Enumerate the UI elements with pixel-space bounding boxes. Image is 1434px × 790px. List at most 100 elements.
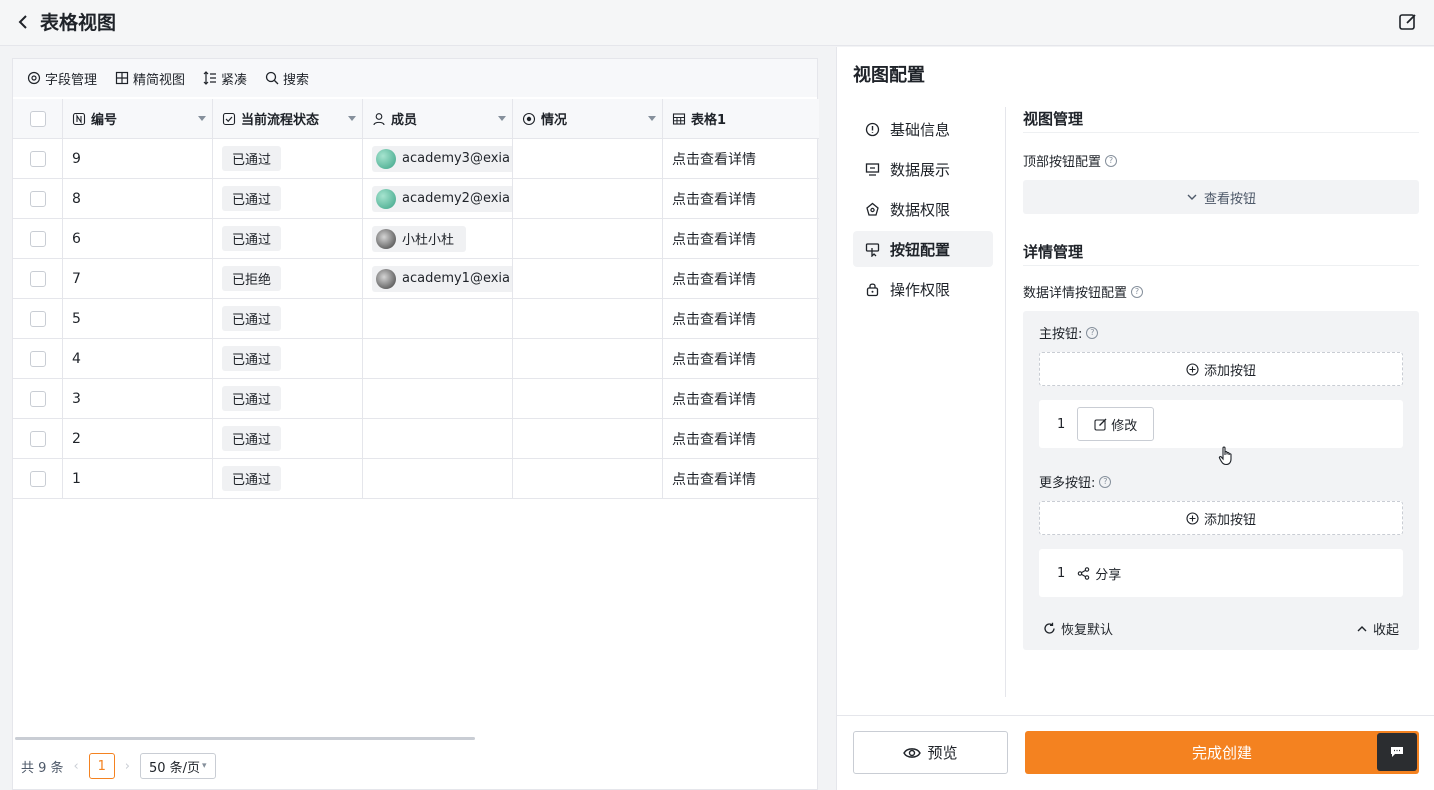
finish-create-button[interactable]: 完成创建 — [1025, 731, 1419, 774]
table-row[interactable]: 5 已通过 点击查看详情 — [13, 299, 819, 339]
column-menu-icon[interactable] — [198, 116, 206, 121]
column-header-situation[interactable]: 情况 — [513, 99, 663, 138]
info-icon — [865, 122, 880, 136]
next-page-icon[interactable]: › — [125, 759, 130, 774]
plus-circle-icon — [1186, 362, 1199, 376]
detail-link[interactable]: 点击查看详情 — [663, 299, 819, 338]
column-menu-icon[interactable] — [348, 116, 356, 121]
share-button[interactable]: 分享 — [1077, 564, 1121, 583]
detail-link[interactable]: 点击查看详情 — [663, 459, 819, 498]
chat-button[interactable] — [1377, 733, 1417, 771]
main-button-label: 主按钮: ? — [1039, 323, 1403, 342]
detail-link[interactable]: 点击查看详情 — [663, 379, 819, 418]
situation-cell — [513, 419, 663, 458]
column-header-id[interactable]: 编号 — [63, 99, 213, 138]
column-header-label: 成员 — [391, 113, 418, 128]
row-checkbox-cell — [13, 179, 63, 218]
situation-cell — [513, 259, 663, 298]
status-cell: 已通过 — [213, 459, 363, 498]
edit-button[interactable] — [1398, 12, 1418, 32]
id-cell: 2 — [63, 419, 213, 458]
column-header-table1[interactable]: 表格1 — [663, 99, 819, 138]
menu-label: 数据展示 — [890, 160, 951, 179]
status-cell: 已通过 — [213, 379, 363, 418]
modify-button[interactable]: 修改 — [1077, 407, 1155, 441]
add-main-button[interactable]: 添加按钮 — [1039, 352, 1403, 386]
table-row[interactable]: 9 已通过 academy3@exia 点击查看详情 — [13, 139, 819, 179]
table-row[interactable]: 8 已通过 academy2@exia 点击查看详情 — [13, 179, 819, 219]
menu-item-operation-permission[interactable]: 操作权限 — [853, 271, 993, 307]
detail-link[interactable]: 点击查看详情 — [663, 339, 819, 378]
detail-link[interactable]: 点击查看详情 — [663, 139, 819, 178]
avatar — [376, 148, 396, 169]
back-button[interactable] — [14, 11, 34, 33]
detail-link[interactable]: 点击查看详情 — [663, 419, 819, 458]
member-tag[interactable]: academy1@exia — [372, 265, 512, 292]
field-manage-button[interactable]: 字段管理 — [27, 69, 97, 88]
view-config-panel: 视图配置 基础信息 数据展示 数据权限 按钮配置 操作权限 视图管理 顶部按钮配… — [836, 47, 1434, 790]
row-checkbox[interactable] — [29, 350, 46, 367]
config-menu: 基础信息 数据展示 数据权限 按钮配置 操作权限 — [853, 111, 993, 311]
menu-item-data-display[interactable]: 数据展示 — [853, 151, 993, 187]
table-row[interactable]: 2 已通过 点击查看详情 — [13, 419, 819, 459]
page-title: 表格视图 — [40, 12, 117, 34]
row-checkbox[interactable] — [29, 190, 46, 207]
add-more-button[interactable]: 添加按钮 — [1039, 501, 1403, 535]
panel-title: 视图配置 — [853, 65, 925, 86]
row-checkbox[interactable] — [29, 470, 46, 487]
detail-link[interactable]: 点击查看详情 — [663, 259, 819, 298]
compact-view-button[interactable]: 精简视图 — [115, 69, 185, 88]
table-row[interactable]: 3 已通过 点击查看详情 — [13, 379, 819, 419]
select-all-checkbox[interactable] — [29, 110, 46, 127]
row-checkbox[interactable] — [29, 430, 46, 447]
row-height-icon — [203, 71, 217, 85]
page-size-select[interactable]: 50 条/页 ▾ — [139, 753, 216, 779]
column-header-status[interactable]: 当前流程状态 — [213, 99, 363, 138]
column-menu-icon[interactable] — [648, 116, 656, 121]
preview-button[interactable]: 预览 — [853, 731, 1008, 774]
member-tag[interactable]: 小杜小杜 — [372, 225, 467, 252]
search-button[interactable]: 搜索 — [265, 69, 309, 88]
member-tag[interactable]: academy3@exia — [372, 145, 512, 172]
label-text: 顶部按钮配置 — [1023, 155, 1102, 170]
hand-cursor-icon — [1218, 446, 1232, 466]
table-row[interactable]: 4 已通过 点击查看详情 — [13, 339, 819, 379]
button-config-icon — [865, 242, 880, 257]
member-tag[interactable]: academy2@exia — [372, 185, 512, 212]
density-button[interactable]: 紧凑 — [203, 69, 247, 88]
menu-item-button-config[interactable]: 按钮配置 — [853, 231, 993, 267]
status-cell: 已通过 — [213, 179, 363, 218]
column-header-member[interactable]: 成员 — [363, 99, 513, 138]
help-icon[interactable]: ? — [1105, 154, 1118, 167]
prev-page-icon[interactable]: ‹ — [74, 759, 79, 774]
help-icon[interactable]: ? — [1086, 326, 1099, 339]
row-checkbox[interactable] — [29, 390, 46, 407]
table-row[interactable]: 7 已拒绝 academy1@exia 点击查看详情 — [13, 259, 819, 299]
help-icon[interactable]: ? — [1131, 285, 1144, 298]
row-checkbox[interactable] — [29, 150, 46, 167]
table-row[interactable]: 6 已通过 小杜小杜 点击查看详情 — [13, 219, 819, 259]
id-cell: 6 — [63, 219, 213, 258]
help-icon[interactable]: ? — [1099, 475, 1112, 488]
menu-item-basic-info[interactable]: 基础信息 — [853, 111, 993, 147]
member-name: academy1@exia — [402, 271, 510, 286]
row-checkbox[interactable] — [29, 270, 46, 287]
row-checkbox[interactable] — [29, 310, 46, 327]
view-buttons-label: 查看按钮 — [1203, 191, 1256, 207]
member-cell — [363, 339, 513, 378]
lock-icon — [866, 282, 879, 296]
restore-default-button[interactable]: 恢复默认 — [1043, 619, 1113, 638]
page-number[interactable]: 1 — [88, 753, 115, 779]
member-cell — [363, 379, 513, 418]
collapse-button[interactable]: 收起 — [1356, 619, 1399, 638]
detail-link[interactable]: 点击查看详情 — [663, 219, 819, 258]
add-button-label: 添加按钮 — [1203, 363, 1256, 379]
menu-item-data-permission[interactable]: 数据权限 — [853, 191, 993, 227]
detail-link[interactable]: 点击查看详情 — [663, 179, 819, 218]
row-checkbox[interactable] — [29, 230, 46, 247]
chevron-down-icon — [1187, 194, 1197, 200]
horizontal-scrollbar[interactable] — [15, 737, 475, 740]
view-buttons-toggle[interactable]: 查看按钮 — [1023, 180, 1419, 214]
column-menu-icon[interactable] — [498, 116, 506, 121]
table-row[interactable]: 1 已通过 点击查看详情 — [13, 459, 819, 499]
